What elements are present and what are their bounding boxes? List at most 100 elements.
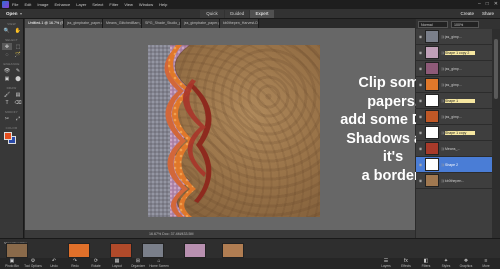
photo-bin-thumbnail[interactable] <box>6 243 28 258</box>
opacity-field[interactable]: 100% <box>451 20 479 28</box>
taskbar-button[interactable]: ≡ More <box>476 259 496 269</box>
brush-tool-icon[interactable]: 🖌 <box>2 91 12 98</box>
menu-help[interactable]: Help <box>159 2 167 7</box>
share-button[interactable]: Share <box>482 11 494 16</box>
photo-bin-thumbnail[interactable] <box>110 243 132 258</box>
taskbar-button[interactable]: ▣ Photo Bin <box>2 259 22 269</box>
layer-name: jss_gimp... <box>445 82 462 87</box>
canvas-area[interactable]: Clip some papers, add some Drop Shadows … <box>25 28 446 230</box>
photo-bin-thumbnail[interactable] <box>222 243 244 258</box>
marquee-tool-icon[interactable]: ⬚ <box>13 43 23 50</box>
magic-wand-icon[interactable]: 🪄 <box>13 51 23 58</box>
zoom-tool-icon[interactable]: 🔍 <box>2 27 12 34</box>
toolbox: VIEW 🔍 ✋ SELECT ✥ ⬚ ◌ 🪄 ENHANCE 👁 ✎ ▣ ⬤ … <box>0 19 24 238</box>
layer-row[interactable]: ◉ ⛓ Shape 1 copy 2 <box>416 45 492 61</box>
eye-icon[interactable]: ◉ <box>416 146 425 151</box>
taskbar-button[interactable]: ⌂ Home Screen <box>149 259 169 269</box>
menu-file[interactable]: File <box>12 2 18 7</box>
red-eye-tool-icon[interactable]: 👁 <box>2 67 12 74</box>
crop-tool-icon[interactable]: ✂ <box>2 115 12 122</box>
menu-filter[interactable]: Filter <box>109 2 118 7</box>
layer-name: jss_gimp... <box>445 66 462 71</box>
menu-edit[interactable]: Edit <box>24 2 31 7</box>
taskbar-button[interactable]: ◧ Filters <box>416 259 436 269</box>
menu-enhance[interactable]: Enhance <box>54 2 70 7</box>
layer-row[interactable]: ◉ ⛓ jss_gimp... <box>416 109 492 125</box>
lasso-tool-icon[interactable]: ◌ <box>2 51 12 58</box>
menu-image[interactable]: Image <box>37 2 48 7</box>
taskbar-button[interactable]: ▦ Layout <box>107 259 127 269</box>
foreground-color-swatch[interactable] <box>4 132 12 140</box>
taskbar-button[interactable]: ↶ Undo <box>44 259 64 269</box>
layer-row[interactable]: ◉ ⛓ jss_gimp... <box>416 61 492 77</box>
layer-row[interactable]: ◉ ⛓ jss_gimp... <box>416 29 492 45</box>
eye-icon[interactable]: ◉ <box>416 114 425 119</box>
spot-healing-icon[interactable]: ✎ <box>13 67 23 74</box>
blend-mode-select[interactable]: Normal <box>418 20 448 28</box>
eye-icon[interactable]: ◉ <box>416 50 425 55</box>
layer-name: kb0thepen... <box>445 178 465 183</box>
tab-quick[interactable]: Quick <box>200 10 224 18</box>
taskbar-button[interactable]: ✦ Styles <box>436 259 456 269</box>
layer-row[interactable]: ◉ ⛓ kb0thepen... <box>416 173 492 189</box>
maximize-icon[interactable]: □ <box>486 1 489 7</box>
minimize-icon[interactable]: – <box>478 1 481 7</box>
layer-row[interactable]: ◉ ⛓ Shape 1 copy <box>416 125 492 141</box>
eye-icon[interactable]: ◉ <box>416 98 425 103</box>
type-tool-icon[interactable]: T <box>2 99 12 106</box>
photo-bin-thumbnail[interactable] <box>184 243 206 258</box>
taskbar-button[interactable]: fx Effects <box>396 259 416 269</box>
chevron-down-icon[interactable]: ▾ <box>20 11 22 16</box>
gradient-tool-icon[interactable]: ▤ <box>13 91 23 98</box>
layers-scrollbar[interactable] <box>492 29 500 238</box>
document-image[interactable] <box>148 45 320 217</box>
taskbar-label: Home Screen <box>149 264 169 268</box>
menu-select[interactable]: Select <box>92 2 103 7</box>
menu-view[interactable]: View <box>124 2 133 7</box>
layer-row[interactable]: ◉ ⛓ Shape 1 <box>416 93 492 109</box>
doc-tab[interactable]: Untitled-1 @ 16.7% (Shape 2, RGB/8) <box>25 19 64 28</box>
taskbar-label: Filters <box>421 264 431 268</box>
photo-bin-thumbnail[interactable] <box>142 243 164 258</box>
taskbar-button[interactable]: ⊞ Organizer <box>128 259 148 269</box>
tab-guided[interactable]: Guided <box>225 10 249 18</box>
taskbar-button[interactable]: ❖ Graphics <box>456 259 476 269</box>
doc-tab[interactable]: SPG_Shade_Studio_pattern.jpg <box>142 19 181 28</box>
layer-thumbnail <box>425 126 439 139</box>
hand-tool-icon[interactable]: ✋ <box>13 27 23 34</box>
doc-tab[interactable]: jss_gimpbabe_paper-new orange.jpg <box>64 19 103 28</box>
close-icon[interactable]: ✕ <box>494 1 498 7</box>
taskbar-button[interactable]: ⟳ Rotate <box>86 259 106 269</box>
create-button[interactable]: Create <box>460 11 474 16</box>
doc-tab[interactable]: kb0thepen_Harvest-Dolls.jpg <box>220 19 259 28</box>
doc-tab[interactable]: Means_GlitchedBarn_JUL03.jpg <box>103 19 142 28</box>
taskbar-button[interactable]: ↷ Redo <box>65 259 85 269</box>
eye-icon[interactable]: ◉ <box>416 162 425 167</box>
photo-bin-thumbnail[interactable] <box>68 243 90 258</box>
layer-row[interactable]: ◉ ⛓ Shape 2 <box>416 157 492 173</box>
taskbar-label: Layers <box>381 264 391 268</box>
layer-thumbnail <box>425 30 439 43</box>
eye-icon[interactable]: ◉ <box>416 130 425 135</box>
eye-icon[interactable]: ◉ <box>416 34 425 39</box>
clone-stamp-icon[interactable]: ▣ <box>2 75 12 82</box>
layer-thumbnail <box>425 46 439 59</box>
taskbar-button[interactable]: ☰ Layers <box>376 259 396 269</box>
move-tool-icon[interactable]: ✥ <box>2 43 12 50</box>
taskbar-button[interactable]: ⚙ Tool Options <box>23 259 43 269</box>
eye-icon[interactable]: ◉ <box>416 178 425 183</box>
layer-row[interactable]: ◉ ⛓ jss_gimp... <box>416 77 492 93</box>
menu-layer[interactable]: Layer <box>76 2 86 7</box>
open-button[interactable]: Open <box>6 11 18 16</box>
scrollbar-thumb[interactable] <box>494 39 498 99</box>
taskbar-label: Effects <box>401 264 411 268</box>
menu-window[interactable]: Window <box>139 2 153 7</box>
doc-tab[interactable]: jss_gimpbabe_paper-peephole.jpg <box>181 19 220 28</box>
eye-icon[interactable]: ◉ <box>416 66 425 71</box>
blur-tool-icon[interactable]: ⬤ <box>13 75 23 82</box>
tab-expert[interactable]: Expert <box>250 10 274 18</box>
layer-row[interactable]: ◉ ⛓ Means_... <box>416 141 492 157</box>
straighten-tool-icon[interactable]: ⤢ <box>13 115 23 122</box>
eraser-tool-icon[interactable]: ⌫ <box>13 99 23 106</box>
eye-icon[interactable]: ◉ <box>416 82 425 87</box>
